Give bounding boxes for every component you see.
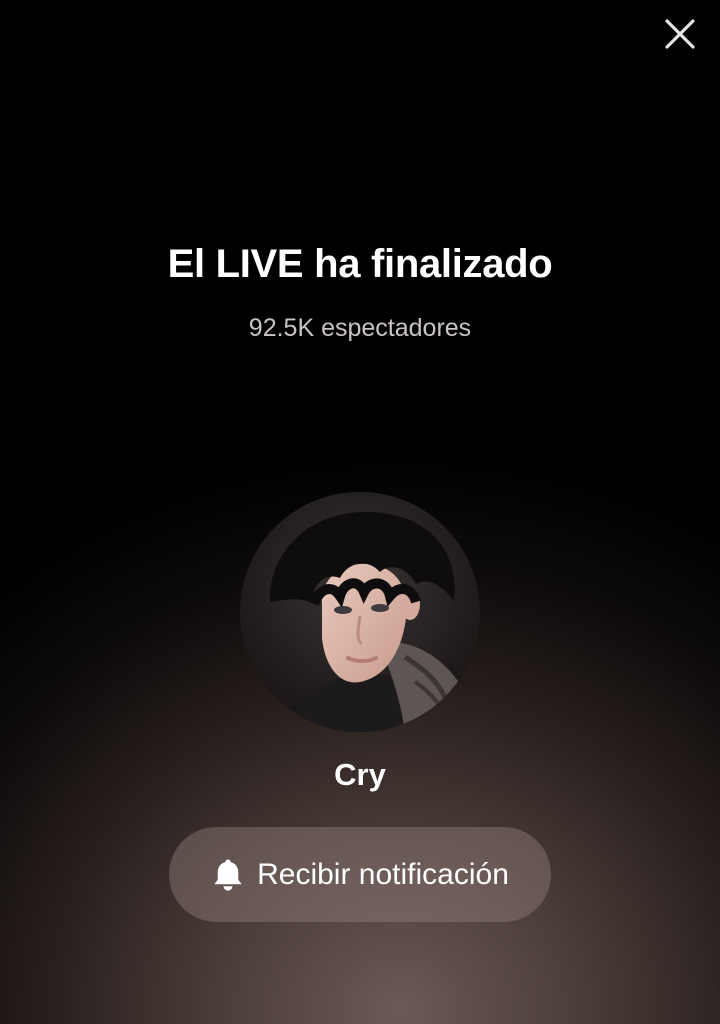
avatar[interactable] [240, 492, 480, 732]
close-button[interactable] [656, 10, 704, 58]
receive-notification-label: Recibir notificación [257, 857, 509, 891]
live-ended-title: El LIVE ha finalizado [167, 242, 553, 286]
host-username[interactable]: Cry [0, 757, 720, 793]
bell-icon [214, 859, 242, 891]
avatar-image [240, 492, 480, 732]
viewer-count: 92.5K espectadores [248, 314, 472, 342]
receive-notification-button[interactable]: Recibir notificación [169, 827, 551, 922]
live-ended-screen: El LIVE ha finalizado 92.5K espectadores [0, 0, 720, 1024]
close-icon [665, 19, 695, 49]
